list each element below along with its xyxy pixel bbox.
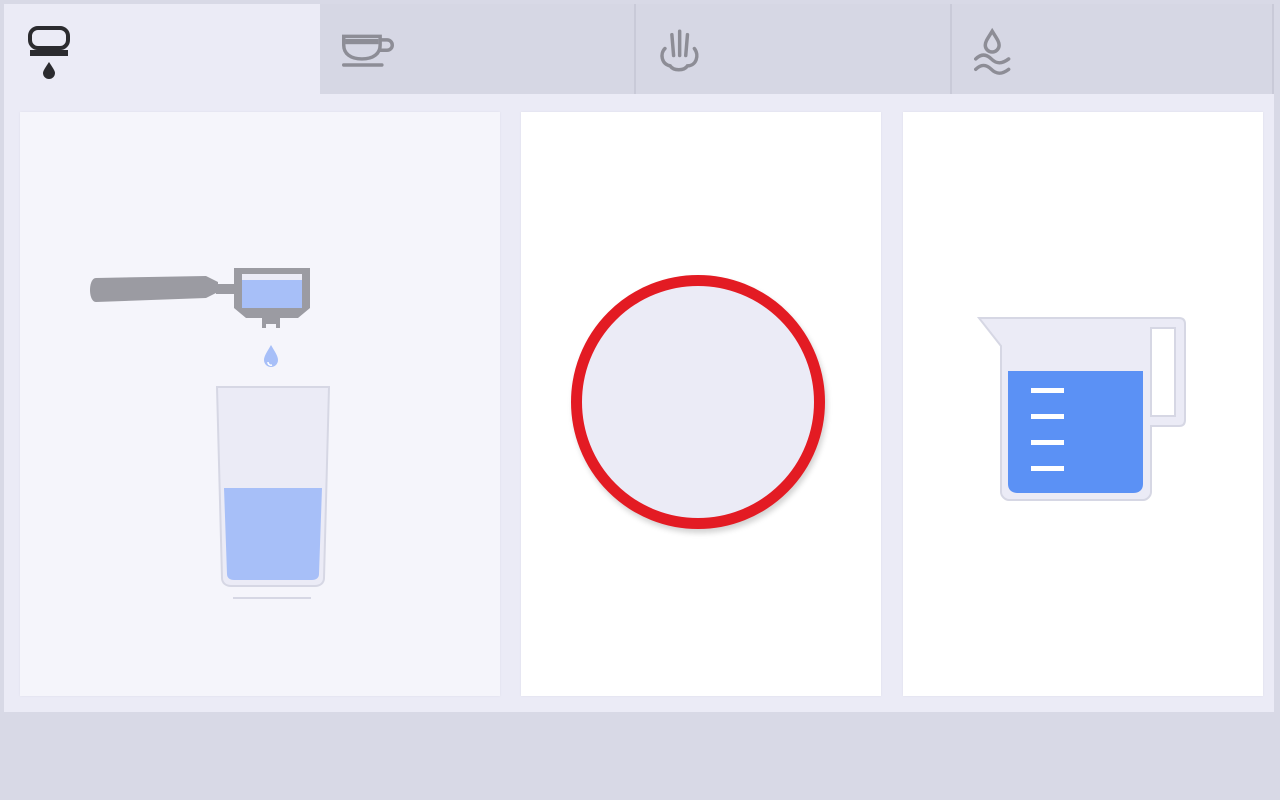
hot-water-icon [974,27,1011,75]
water-card[interactable] [903,112,1263,696]
coffee-machine-app [0,0,1280,800]
tab-espresso[interactable] [4,4,320,96]
bottom-bar [0,712,1280,800]
brew-card[interactable] [20,112,500,696]
start-brew-button[interactable] [571,275,825,529]
tab-steam[interactable] [636,4,952,94]
main-panel [4,94,1274,712]
portafilter-glass-icon [90,268,331,599]
measuring-jug-icon [976,317,1186,501]
steam-wand-icon [660,29,699,72]
tab-cup[interactable] [320,4,636,94]
mode-tabbar [4,4,1274,96]
coffee-cup-icon [342,34,394,67]
tab-hot-water[interactable] [952,4,1274,94]
espresso-drip-icon [28,26,70,79]
start-card [521,112,881,696]
